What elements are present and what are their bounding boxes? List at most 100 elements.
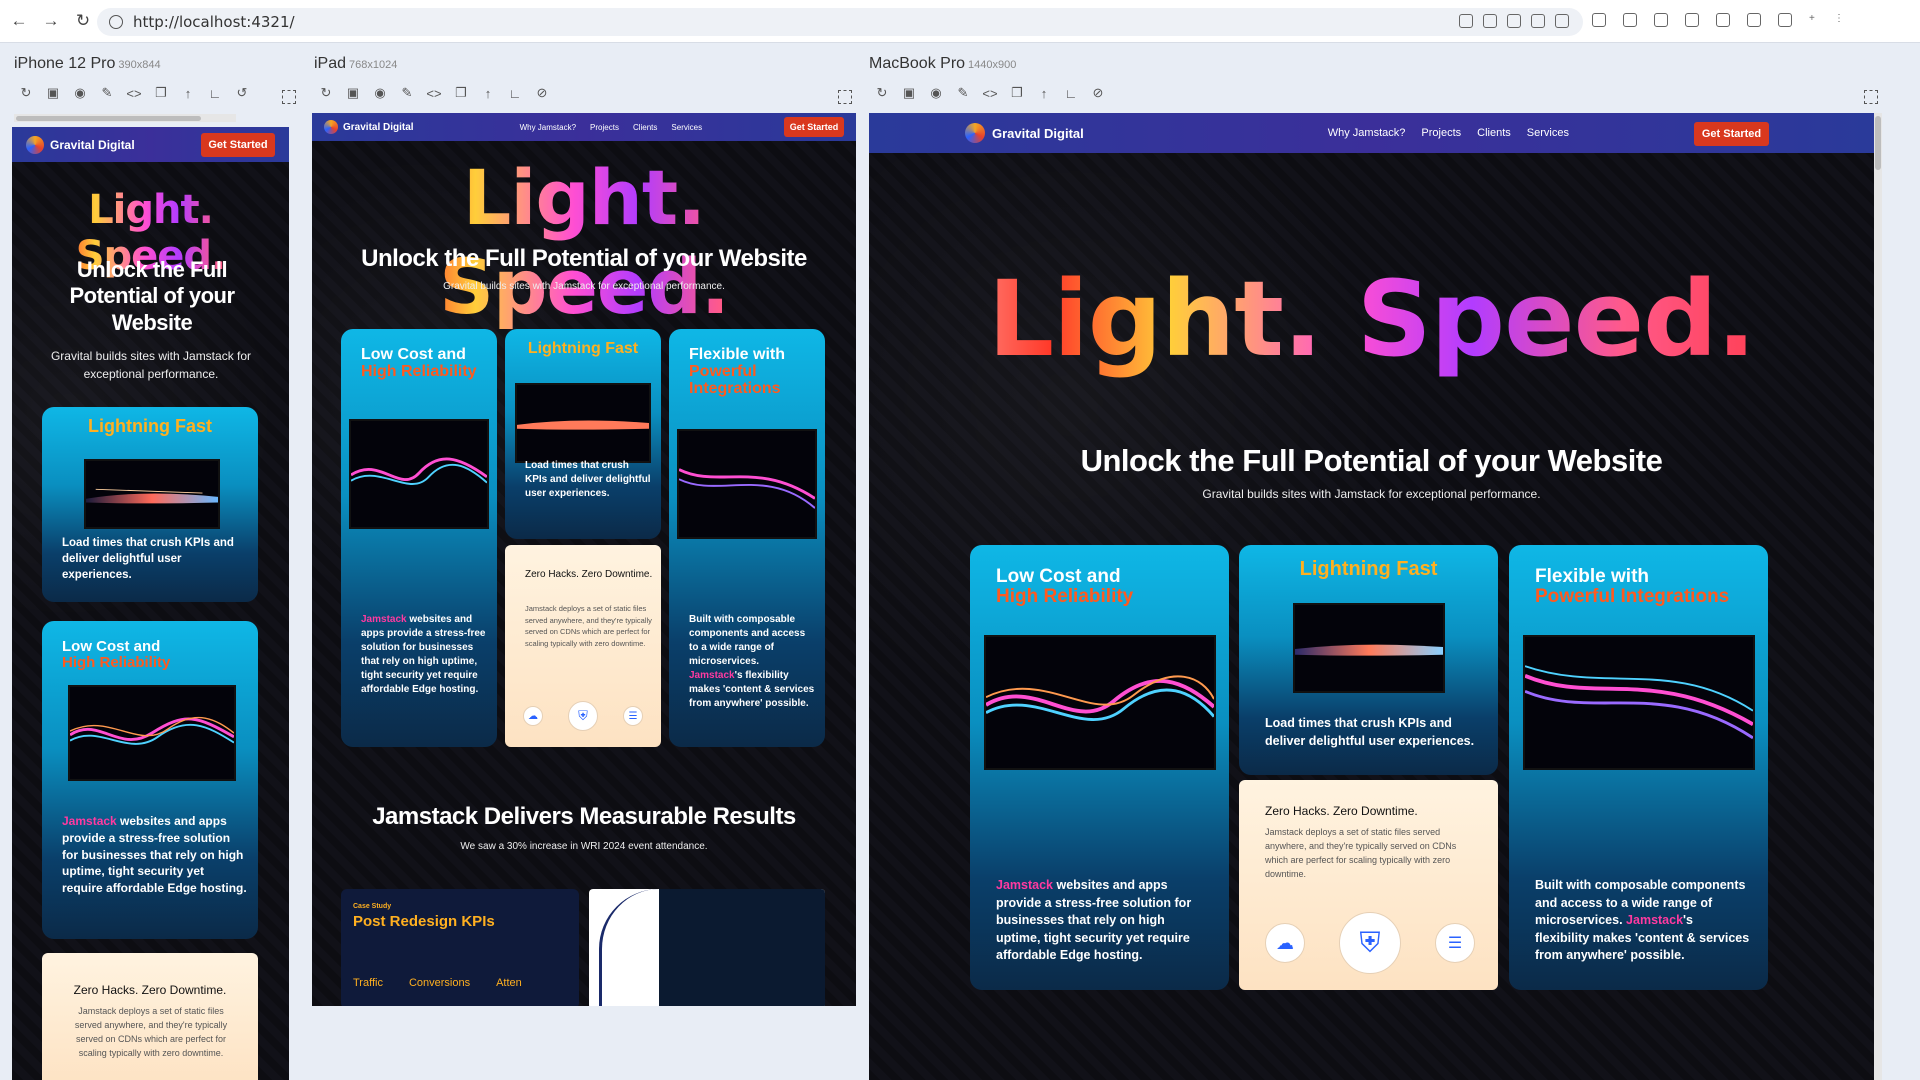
speed-image — [515, 383, 651, 463]
card-title-line: Flexible with — [689, 346, 786, 363]
back-icon[interactable]: ← — [6, 8, 32, 34]
profile-icon[interactable] — [1778, 13, 1792, 27]
logo-icon[interactable] — [324, 120, 338, 134]
shield-icon: ⛨ — [1339, 912, 1401, 974]
upload-icon[interactable]: ↑ — [180, 85, 196, 101]
home-icon[interactable] — [1531, 14, 1545, 28]
url-text: http://localhost:4321/ — [133, 13, 295, 31]
copy-icon[interactable]: ❐ — [453, 85, 469, 101]
nav-why-jamstack[interactable]: Why Jamstack? — [1328, 127, 1406, 139]
screenshot-icon[interactable]: ▣ — [45, 85, 61, 101]
rotate-icon[interactable]: ↺ — [234, 85, 250, 101]
card-zero-hacks: Zero Hacks. Zero Downtime. Jamstack depl… — [1239, 780, 1498, 990]
logo-icon[interactable] — [26, 135, 44, 154]
cloud-icon[interactable] — [1483, 14, 1497, 28]
copy-icon[interactable]: ❐ — [1009, 85, 1025, 101]
hero-title: Light. Speed. — [312, 153, 856, 331]
card-lightning-fast: Lightning Fast Load times that crush KPI… — [1239, 545, 1498, 775]
copy-icon[interactable]: ❐ — [153, 85, 169, 101]
device-label-macbook: MacBook Pro 1440x900 — [869, 55, 1016, 73]
eye-off-icon[interactable] — [1747, 13, 1761, 27]
fullscreen-icon[interactable] — [1864, 90, 1878, 104]
pen-icon[interactable]: ✎ — [955, 85, 971, 101]
upload-icon[interactable]: ↑ — [480, 85, 496, 101]
camera-icon[interactable]: ◉ — [372, 85, 388, 101]
vertical-scrollbar[interactable] — [1874, 113, 1882, 1080]
ruler-icon[interactable]: ∟ — [1063, 85, 1079, 101]
fullscreen-icon[interactable] — [838, 90, 852, 104]
brand-name[interactable]: Gravital Digital — [50, 138, 135, 152]
code-icon[interactable]: <> — [426, 85, 442, 101]
case-study-dashboard-image — [589, 889, 825, 1006]
ruler-icon[interactable]: ∟ — [507, 85, 523, 101]
card-title-line: Low Cost and — [361, 346, 466, 363]
refresh-icon[interactable]: ↻ — [318, 85, 334, 101]
pen-icon[interactable]: ✎ — [99, 85, 115, 101]
hero-title: Light. Speed. — [869, 258, 1874, 380]
pane-toolbar-iphone: ↻ ▣ ◉ ✎ <> ❐ ↑ ∟ ↺ — [18, 85, 250, 101]
code-icon[interactable]: <> — [126, 85, 142, 101]
refresh-icon[interactable]: ↻ — [18, 85, 34, 101]
brand-name[interactable]: Gravital Digital — [343, 122, 414, 133]
jamstack-highlight: Jamstack — [62, 814, 117, 828]
card-lightning-fast: Lightning Fast Load times that crush KPI… — [42, 407, 258, 602]
camera-icon[interactable]: ◉ — [72, 85, 88, 101]
screenshot-icon[interactable]: ▣ — [345, 85, 361, 101]
case-study-card: Case Study Post Redesign KPIs Traffic Co… — [341, 889, 579, 1006]
reload-icon[interactable]: ↻ — [70, 8, 96, 34]
extension-icon[interactable] — [1623, 13, 1637, 27]
fullscreen-icon[interactable] — [282, 90, 296, 104]
ruler-icon[interactable]: ∟ — [207, 85, 223, 101]
case-study-label: Case Study — [353, 903, 392, 910]
extension-icon[interactable] — [1592, 13, 1606, 27]
address-bar[interactable]: http://localhost:4321/ — [97, 8, 1583, 36]
nav-clients[interactable]: Clients — [1477, 127, 1511, 139]
upload-icon[interactable]: ↑ — [1036, 85, 1052, 101]
forward-icon[interactable]: → — [38, 8, 64, 34]
document-icon[interactable] — [1685, 13, 1699, 27]
card-body: Load times that crush KPIs and deliver d… — [1265, 716, 1475, 748]
bookmark-star-icon[interactable] — [1555, 14, 1569, 28]
code-icon[interactable]: <> — [982, 85, 998, 101]
get-started-button[interactable]: Get Started — [1694, 122, 1769, 146]
kpi-traffic: Traffic — [353, 977, 383, 989]
wave-image — [1523, 635, 1755, 770]
get-started-button[interactable]: Get Started — [201, 133, 275, 157]
camera-icon[interactable] — [1654, 13, 1668, 27]
nav-projects[interactable]: Projects — [1421, 127, 1461, 139]
card-low-cost: Low Cost and High Reliability Jamstack we… — [42, 621, 258, 939]
refresh-icon[interactable]: ↻ — [874, 85, 890, 101]
nav-services[interactable]: Services — [671, 123, 702, 132]
wifi-icon[interactable] — [1507, 14, 1521, 28]
speed-image — [1293, 603, 1445, 693]
device-dims: 1440x900 — [968, 59, 1017, 71]
screenshot-icon[interactable]: ▣ — [901, 85, 917, 101]
card-title: Lightning Fast — [1299, 558, 1438, 580]
tagline: Gravital builds sites with Jamstack for … — [50, 349, 252, 381]
site-info-icon[interactable] — [109, 15, 123, 29]
jamstack-highlight: Jamstack — [1626, 913, 1684, 927]
results-title: Jamstack Delivers Measurable Results — [372, 803, 796, 830]
tagline: Gravital builds sites with Jamstack for … — [1202, 487, 1541, 501]
logo-icon[interactable] — [965, 123, 985, 143]
layers-icon[interactable] — [1716, 13, 1730, 27]
page-action-icon[interactable] — [1459, 14, 1473, 28]
nav-projects[interactable]: Projects — [590, 123, 619, 132]
wave-image — [68, 685, 236, 781]
pen-icon[interactable]: ✎ — [399, 85, 415, 101]
nav-clients[interactable]: Clients — [633, 123, 657, 132]
camera-icon[interactable]: ◉ — [928, 85, 944, 101]
jamstack-highlight: Jamstack — [689, 670, 735, 681]
get-started-button[interactable]: Get Started — [784, 117, 844, 137]
nav-services[interactable]: Services — [1527, 127, 1569, 139]
scrollbar-thumb[interactable] — [16, 116, 201, 121]
plus-icon[interactable]: + — [1809, 13, 1817, 27]
pane-toolbar-ipad: ↻ ▣ ◉ ✎ <> ❐ ↑ ∟ ⊘ — [318, 85, 550, 101]
brand-name[interactable]: Gravital Digital — [992, 126, 1084, 141]
menu-kebab-icon[interactable]: ⋮ — [1834, 13, 1844, 27]
eye-off-icon[interactable]: ⊘ — [534, 85, 550, 101]
kpi-conversions: Conversions — [408, 977, 471, 989]
scrollbar-thumb[interactable] — [1875, 116, 1881, 170]
eye-off-icon[interactable]: ⊘ — [1090, 85, 1106, 101]
nav-why-jamstack[interactable]: Why Jamstack? — [520, 123, 576, 132]
